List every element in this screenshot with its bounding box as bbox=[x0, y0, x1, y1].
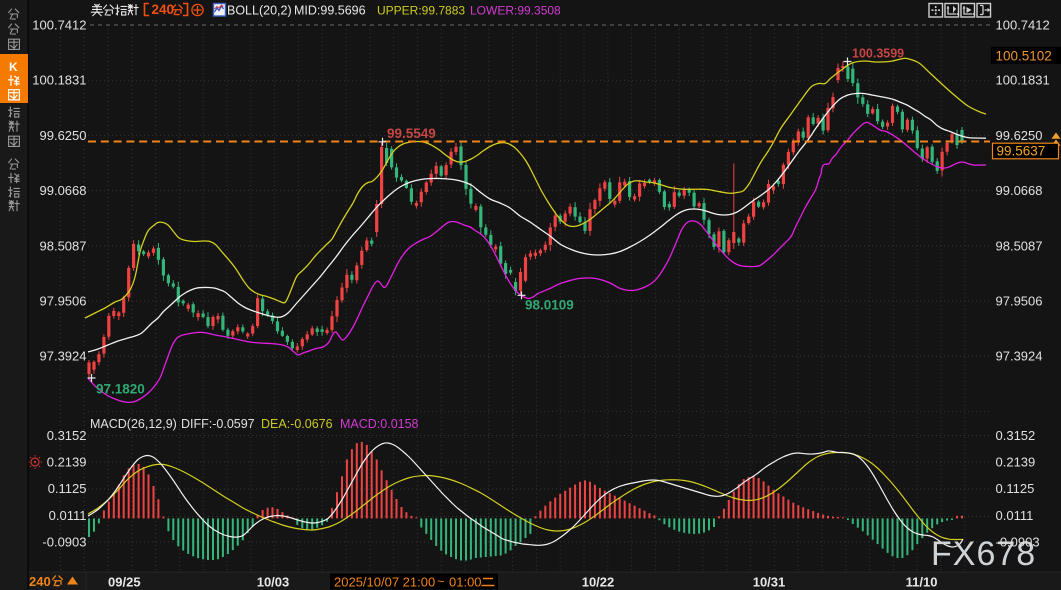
svg-text:99.0668: 99.0668 bbox=[996, 183, 1043, 198]
svg-text:DEA:-0.0676: DEA:-0.0676 bbox=[261, 417, 333, 431]
svg-text:0.3152: 0.3152 bbox=[996, 428, 1036, 443]
svg-text:100.7412: 100.7412 bbox=[996, 18, 1050, 33]
svg-text:-0.0903: -0.0903 bbox=[996, 534, 1040, 549]
svg-text:98.0109: 98.0109 bbox=[525, 298, 574, 313]
svg-text:0.2139: 0.2139 bbox=[47, 455, 87, 470]
svg-text:10/03: 10/03 bbox=[257, 575, 290, 590]
svg-text:98.5087: 98.5087 bbox=[40, 238, 87, 253]
svg-text:100.7412: 100.7412 bbox=[32, 18, 86, 33]
svg-text:10/31: 10/31 bbox=[753, 575, 786, 590]
svg-text:11/10: 11/10 bbox=[906, 575, 938, 590]
svg-text:0.0111: 0.0111 bbox=[49, 508, 87, 523]
svg-text:98.5087: 98.5087 bbox=[996, 238, 1043, 253]
svg-text:0.2139: 0.2139 bbox=[996, 455, 1036, 470]
svg-text:100.1831: 100.1831 bbox=[996, 73, 1050, 88]
svg-text:240: 240 bbox=[29, 574, 51, 589]
svg-text:100.1831: 100.1831 bbox=[32, 73, 86, 88]
svg-text:97.9506: 97.9506 bbox=[996, 294, 1043, 309]
svg-text:10/22: 10/22 bbox=[582, 575, 615, 590]
svg-text:K: K bbox=[9, 60, 18, 74]
svg-text:99.6250: 99.6250 bbox=[996, 128, 1043, 143]
svg-text:99.6250: 99.6250 bbox=[40, 128, 87, 143]
svg-text:0.3152: 0.3152 bbox=[47, 428, 87, 443]
svg-text:0.1125: 0.1125 bbox=[996, 481, 1035, 496]
svg-text:MID:99.5696: MID:99.5696 bbox=[294, 4, 366, 18]
svg-text:MACD:0.0158: MACD:0.0158 bbox=[340, 417, 419, 431]
svg-text:99.5637: 99.5637 bbox=[997, 144, 1046, 159]
svg-text:09/25: 09/25 bbox=[108, 575, 141, 590]
svg-text:240: 240 bbox=[152, 2, 175, 17]
svg-text:LOWER:99.3508: LOWER:99.3508 bbox=[470, 4, 561, 18]
svg-text:UPPER:99.7883: UPPER:99.7883 bbox=[377, 4, 465, 18]
svg-text:MACD(26,12,9): MACD(26,12,9) bbox=[90, 417, 177, 431]
svg-text:97.3924: 97.3924 bbox=[40, 349, 87, 364]
svg-text:0.1125: 0.1125 bbox=[48, 481, 87, 496]
svg-text:BOLL(20,2): BOLL(20,2) bbox=[227, 4, 292, 18]
svg-text:0.0111: 0.0111 bbox=[996, 508, 1034, 523]
svg-text:-0.0903: -0.0903 bbox=[42, 534, 86, 549]
svg-text:99.0668: 99.0668 bbox=[40, 183, 87, 198]
svg-text:100.3599: 100.3599 bbox=[852, 47, 904, 61]
svg-text:2025/10/07 21:00: 2025/10/07 21:00 bbox=[334, 575, 435, 590]
svg-text:97.9506: 97.9506 bbox=[40, 294, 87, 309]
svg-text:100.5102: 100.5102 bbox=[996, 49, 1052, 64]
svg-text:DIFF:-0.0597: DIFF:-0.0597 bbox=[181, 417, 255, 431]
svg-text:97.1820: 97.1820 bbox=[96, 382, 145, 397]
svg-text:01:00: 01:00 bbox=[449, 575, 482, 590]
svg-text:~: ~ bbox=[437, 574, 445, 589]
svg-text:99.5549: 99.5549 bbox=[387, 126, 436, 141]
svg-text:97.3924: 97.3924 bbox=[996, 349, 1043, 364]
